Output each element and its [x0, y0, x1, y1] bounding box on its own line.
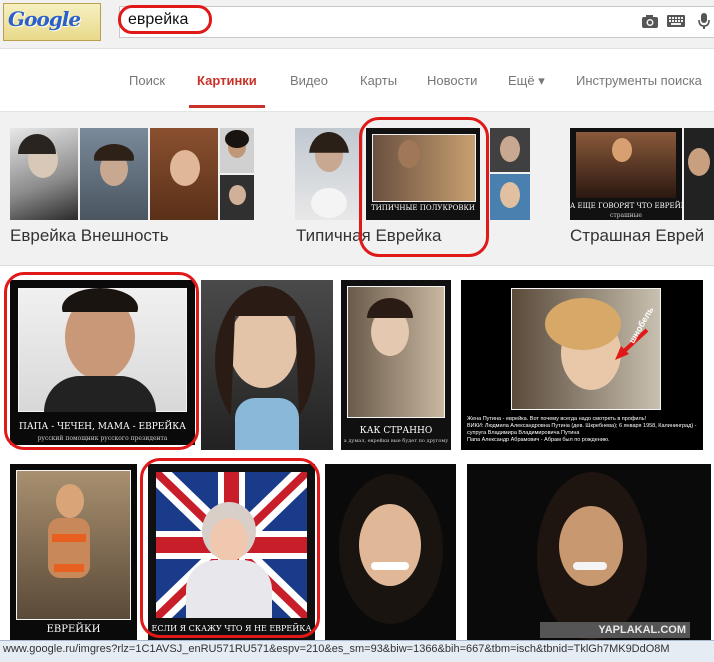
related-thumbnail[interactable]	[295, 128, 363, 220]
thumbnail-caption: А ЕЩЕ ГОВОРЯТ ЧТО ЕВРЕЙКИ	[570, 202, 682, 210]
result-image[interactable]: КАК СТРАННО а думал, еврейки вые будет п…	[341, 280, 451, 450]
related-thumbnail[interactable]	[220, 175, 254, 220]
annotation-oval-result	[4, 272, 199, 450]
tab-images[interactable]: Картинки	[197, 73, 257, 88]
image-text-3: супруга Владимира Владимировича Путина	[467, 430, 580, 436]
image-subcaption: а думал, еврейки вые будет по другому	[343, 438, 449, 444]
related-thumbnail[interactable]	[10, 128, 78, 220]
tab-maps[interactable]: Карты	[360, 73, 397, 88]
tab-search-tools[interactable]: Инструменты поиска	[576, 73, 702, 88]
image-text-4: Папа Александр Абрамович - Абрам был по …	[467, 437, 610, 443]
result-image[interactable]	[467, 464, 711, 640]
microphone-icon[interactable]	[697, 13, 711, 29]
related-thumbnail[interactable]	[150, 128, 218, 220]
image-caption: КАК СТРАННО	[359, 426, 433, 436]
tab-more[interactable]: Ещё ▾	[508, 73, 545, 89]
related-thumbnail[interactable]	[684, 128, 714, 220]
related-label[interactable]: Еврейка Внешность	[10, 226, 169, 246]
tab-search[interactable]: Поиск	[129, 73, 165, 88]
related-thumbnail[interactable]: А ЕЩЕ ГОВОРЯТ ЧТО ЕВРЕЙКИ страшные	[570, 128, 682, 220]
related-thumbnail[interactable]	[220, 128, 254, 173]
image-text-2: ВИКИ: Людмила Александровна Путина (дев.…	[467, 423, 697, 429]
annotation-oval-result	[140, 458, 320, 638]
related-thumbnail[interactable]	[490, 174, 530, 220]
keyboard-icon[interactable]	[667, 13, 685, 29]
related-thumbnail[interactable]	[490, 128, 530, 172]
thumbnail-subcaption: страшные	[609, 212, 642, 219]
result-image[interactable]	[201, 280, 333, 450]
tab-news[interactable]: Новости	[427, 73, 477, 88]
result-image[interactable]	[325, 464, 456, 640]
image-text-1: Жена Путина - еврейка. Вот почему всегда…	[467, 416, 647, 422]
camera-icon[interactable]	[641, 13, 659, 29]
result-image[interactable]: шнобель Жена Путина - еврейка. Вот почем…	[461, 280, 703, 450]
related-label[interactable]: Страшная Еврей	[570, 226, 704, 246]
logo-text: Google	[8, 7, 81, 31]
status-url: www.google.ru/imgres?rlz=1C1AVSJ_enRU571…	[3, 643, 670, 655]
tab-video[interactable]: Видео	[290, 73, 328, 88]
watermark: YAPLAKAL.COM	[540, 622, 690, 638]
related-thumbnail[interactable]	[80, 128, 148, 220]
active-tab-indicator	[189, 105, 265, 108]
annotation-oval-query	[118, 5, 212, 34]
annotation-oval-typical	[359, 117, 489, 257]
google-logo[interactable]: Google	[3, 3, 101, 41]
result-image[interactable]: ЕВРЕЙКИ	[10, 464, 137, 640]
image-caption: ЕВРЕЙКИ	[46, 624, 101, 635]
